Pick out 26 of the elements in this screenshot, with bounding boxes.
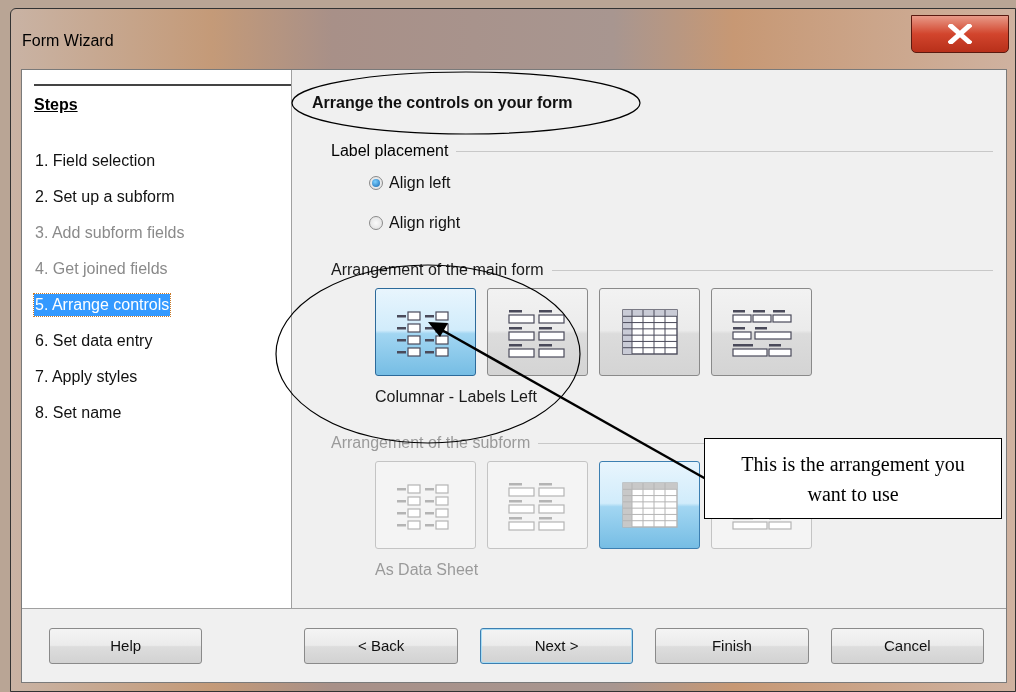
dialog-button[interactable]: < Back <box>304 627 458 664</box>
layout-option-button[interactable] <box>375 288 476 376</box>
layout-option-button[interactable] <box>487 288 588 376</box>
layout-caption: As Data Sheet <box>374 560 479 579</box>
dialog-button[interactable]: Next > <box>479 627 634 664</box>
radio-button[interactable] <box>369 176 383 190</box>
group-heading: Label placement <box>331 142 449 160</box>
radio-option[interactable]: Align left <box>369 174 451 192</box>
window-title: Form Wizard <box>21 31 114 50</box>
step-item[interactable]: 1. Field selection <box>34 150 157 172</box>
dialog-button[interactable]: Help <box>49 627 203 664</box>
close-button[interactable] <box>911 15 1009 53</box>
layout-caption: Columnar - Labels Left <box>374 387 537 406</box>
step-item[interactable]: 2. Set up a subform <box>34 186 176 208</box>
close-icon <box>948 24 972 44</box>
step-item[interactable]: 8. Set name <box>34 402 123 424</box>
layout-option-button[interactable] <box>711 288 812 376</box>
page-title: Arrange the controls on your form <box>312 94 573 112</box>
steps-heading: Steps <box>34 96 78 114</box>
step-item[interactable]: 7. Apply styles <box>34 366 139 388</box>
dialog-button[interactable]: Cancel <box>830 627 985 664</box>
dialog-button[interactable]: Finish <box>655 627 809 664</box>
radio-option[interactable]: Align right <box>369 214 461 232</box>
callout-tooltip: This is the arrangement you want to use <box>704 438 1002 519</box>
radio-button[interactable] <box>369 216 383 230</box>
step-item[interactable]: 6. Set data entry <box>34 330 154 352</box>
